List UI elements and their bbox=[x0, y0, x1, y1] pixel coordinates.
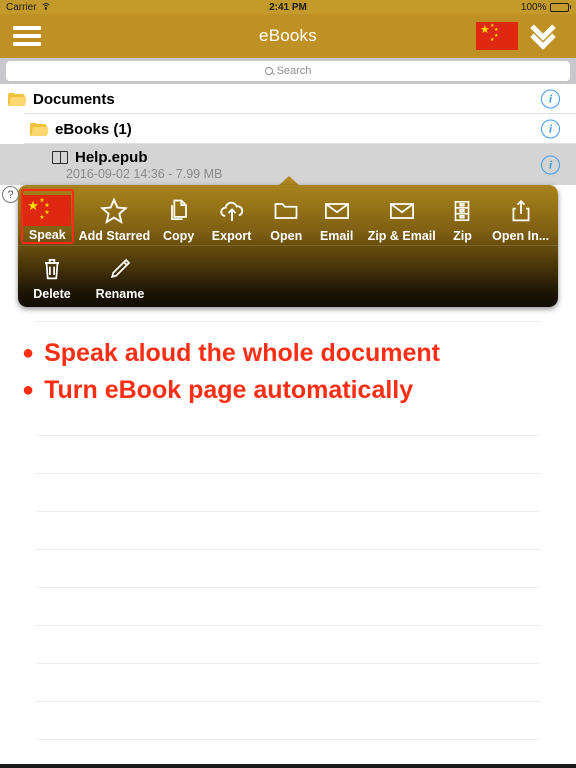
battery-full-icon bbox=[549, 2, 571, 12]
annotation-bullets: ● Speak aloud the whole document ● Turn … bbox=[22, 335, 562, 409]
menu-item-copy[interactable]: Copy bbox=[155, 189, 202, 244]
status-bar: Carrier 2:41 PM 100% bbox=[0, 0, 576, 14]
list-item-label: eBooks (1) bbox=[55, 120, 132, 138]
status-bar-right: 100% bbox=[521, 2, 571, 13]
menu-item-label: Speak bbox=[28, 228, 66, 242]
app-root: Carrier 2:41 PM 100% eBooks ★ ★ ★ ★ ★ Se… bbox=[0, 0, 576, 768]
folder-icon bbox=[30, 122, 49, 136]
search-icon bbox=[264, 67, 273, 75]
annotation-text: Turn eBook page automatically bbox=[44, 376, 414, 404]
menu-item-label: Add Starred bbox=[78, 229, 151, 243]
share-icon bbox=[507, 194, 535, 228]
file-list: Documents i eBooks (1) i Help.epub 2016-… bbox=[0, 84, 576, 185]
divider bbox=[18, 245, 558, 246]
notes-page: ● Speak aloud the whole document ● Turn … bbox=[0, 307, 576, 768]
cloud-upload-icon bbox=[217, 194, 247, 228]
status-bar-time: 2:41 PM bbox=[269, 1, 307, 13]
menu-item-label: Zip bbox=[453, 229, 472, 243]
menu-item-export[interactable]: Export bbox=[202, 189, 261, 244]
info-circle-icon[interactable]: i bbox=[541, 89, 560, 109]
menu-item-label: Copy bbox=[163, 229, 195, 243]
list-item: ● Speak aloud the whole document bbox=[22, 335, 562, 372]
menu-item-zip[interactable]: Zip bbox=[442, 189, 484, 244]
search-bar-container: Search bbox=[0, 58, 576, 84]
list-item-detail: 2016-09-02 14:36 - 7.99 MB bbox=[66, 166, 223, 181]
copy-icon bbox=[165, 194, 193, 228]
menu-item-label: Open bbox=[270, 229, 303, 243]
menu-item-label: Rename bbox=[95, 287, 145, 301]
menu-item-open[interactable]: Open bbox=[261, 189, 311, 244]
archive-icon bbox=[449, 194, 475, 228]
flag-big-star: ★ bbox=[480, 24, 490, 36]
annotation-text: Speak aloud the whole document bbox=[44, 339, 440, 367]
bullet-dot-icon: ● bbox=[22, 342, 35, 364]
navigation-bar: eBooks ★ ★ ★ ★ ★ bbox=[0, 14, 576, 58]
star-icon bbox=[99, 194, 129, 228]
bullet-dot-icon: ● bbox=[22, 379, 35, 401]
bottom-bar bbox=[0, 764, 576, 768]
book-icon bbox=[52, 150, 68, 164]
menu-item-add-starred[interactable]: Add Starred bbox=[74, 189, 156, 244]
search-placeholder: Search bbox=[276, 65, 312, 77]
help-badge[interactable]: ? bbox=[2, 186, 19, 203]
menu-item-label: Open In... bbox=[492, 229, 550, 243]
action-menu-row-2: Delete Rename bbox=[18, 247, 558, 301]
trash-icon bbox=[38, 252, 66, 286]
action-menu-popover: ★ ★ ★ ★ ★ Speak Add Starred Copy Export … bbox=[18, 185, 558, 307]
menu-item-speak[interactable]: ★ ★ ★ ★ ★ Speak bbox=[21, 189, 74, 244]
table-row[interactable]: Documents i bbox=[0, 84, 576, 114]
menu-item-label: Export bbox=[211, 229, 252, 243]
info-circle-icon[interactable]: i bbox=[541, 155, 560, 174]
list-item: ● Turn eBook page automatically bbox=[22, 372, 562, 409]
table-row[interactable]: eBooks (1) i bbox=[0, 114, 576, 144]
china-flag-icon[interactable]: ★ ★ ★ ★ ★ bbox=[476, 22, 518, 50]
folder-icon bbox=[8, 92, 27, 106]
china-flag-icon: ★ ★ ★ ★ ★ bbox=[23, 193, 72, 227]
list-item-label: Help.epub bbox=[75, 148, 148, 166]
double-chevron-down-icon[interactable] bbox=[530, 15, 564, 51]
menu-item-rename[interactable]: Rename bbox=[83, 247, 157, 301]
action-menu-row-1: ★ ★ ★ ★ ★ Speak Add Starred Copy Export … bbox=[18, 189, 558, 244]
menu-item-open-in[interactable]: Open In... bbox=[483, 189, 558, 244]
envelope-icon bbox=[388, 194, 416, 228]
flag-small-star-4: ★ bbox=[490, 37, 495, 43]
pencil-icon bbox=[106, 252, 134, 286]
battery-percent-label: 100% bbox=[520, 1, 547, 13]
list-item-label: Documents bbox=[33, 90, 115, 108]
info-circle-icon[interactable]: i bbox=[541, 119, 560, 139]
menu-item-email[interactable]: Email bbox=[311, 189, 361, 244]
flag-small-star-3: ★ bbox=[494, 33, 499, 39]
menu-item-delete[interactable]: Delete bbox=[21, 247, 83, 301]
search-input[interactable]: Search bbox=[6, 61, 570, 81]
menu-item-label: Delete bbox=[33, 287, 71, 301]
menu-item-label: Email bbox=[319, 229, 354, 243]
envelope-icon bbox=[323, 194, 351, 228]
folder-open-icon bbox=[272, 194, 300, 228]
menu-item-label: Zip & Email bbox=[367, 229, 436, 243]
menu-item-zip-and-email[interactable]: Zip & Email bbox=[362, 189, 442, 244]
